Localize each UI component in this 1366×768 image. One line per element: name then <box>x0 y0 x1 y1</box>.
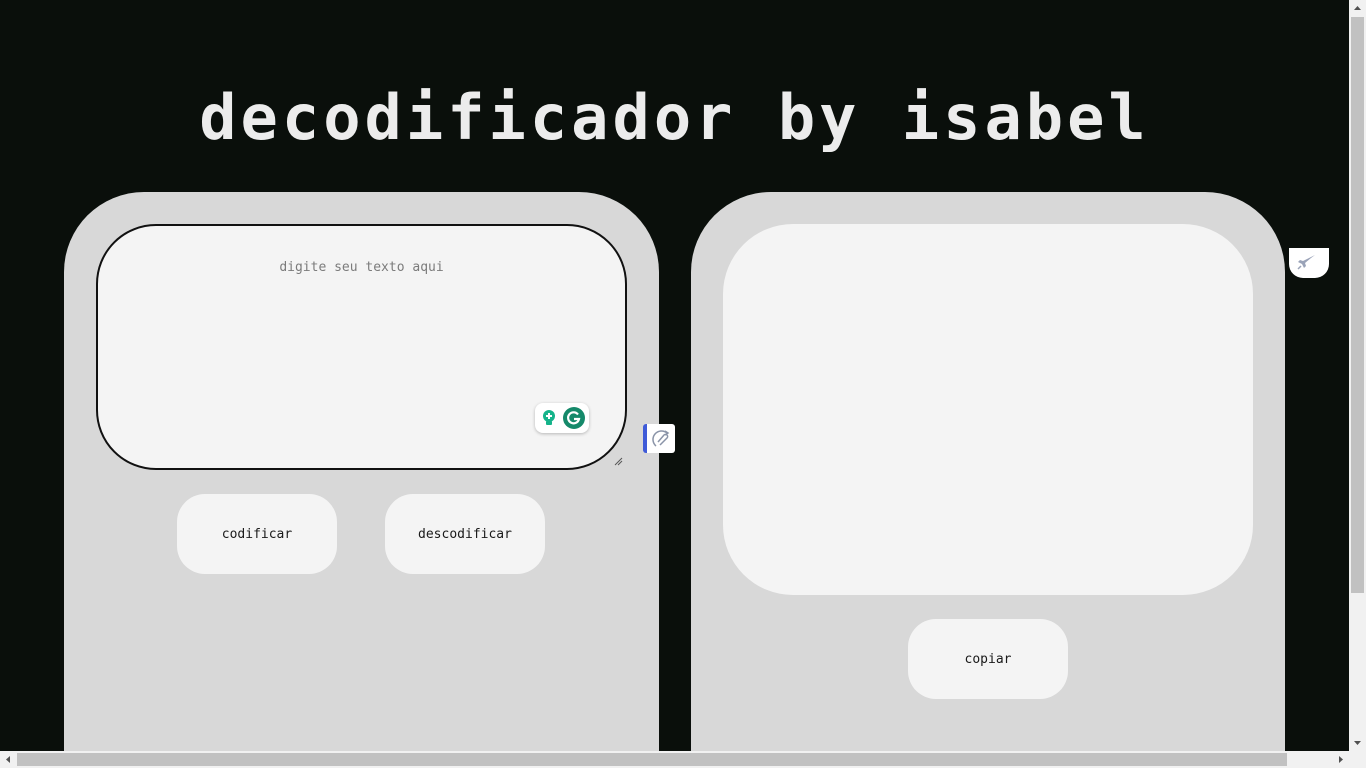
vertical-scrollbar[interactable] <box>1349 0 1366 751</box>
rocket-icon <box>1297 255 1315 270</box>
page-title: decodificador by isabel <box>199 81 1150 154</box>
lightbulb-icon[interactable] <box>540 409 558 427</box>
horizontal-scrollbar[interactable] <box>0 751 1366 768</box>
paperclip-sync-icon <box>652 430 670 447</box>
decode-button[interactable]: descodificar <box>385 494 545 574</box>
rocket-extension-button[interactable] <box>1289 248 1329 278</box>
scroll-down-arrow-icon[interactable] <box>1349 734 1366 751</box>
scroll-left-arrow-icon[interactable] <box>0 751 17 768</box>
output-field <box>723 224 1253 595</box>
copy-button[interactable]: copiar <box>908 619 1068 699</box>
text-input-placeholder: digite seu texto aqui <box>279 260 444 275</box>
encode-button[interactable]: codificar <box>177 494 337 574</box>
horizontal-scrollbar-thumb[interactable] <box>17 753 1287 766</box>
text-input[interactable]: digite seu texto aqui <box>96 224 627 470</box>
grammarly-widget[interactable] <box>535 403 589 433</box>
extension-button[interactable] <box>643 424 675 453</box>
resize-handle-icon[interactable] <box>613 456 623 466</box>
vertical-scrollbar-thumb[interactable] <box>1351 17 1364 593</box>
scroll-up-arrow-icon[interactable] <box>1349 0 1366 17</box>
scroll-right-arrow-icon[interactable] <box>1332 751 1349 768</box>
grammarly-icon[interactable] <box>563 407 585 429</box>
